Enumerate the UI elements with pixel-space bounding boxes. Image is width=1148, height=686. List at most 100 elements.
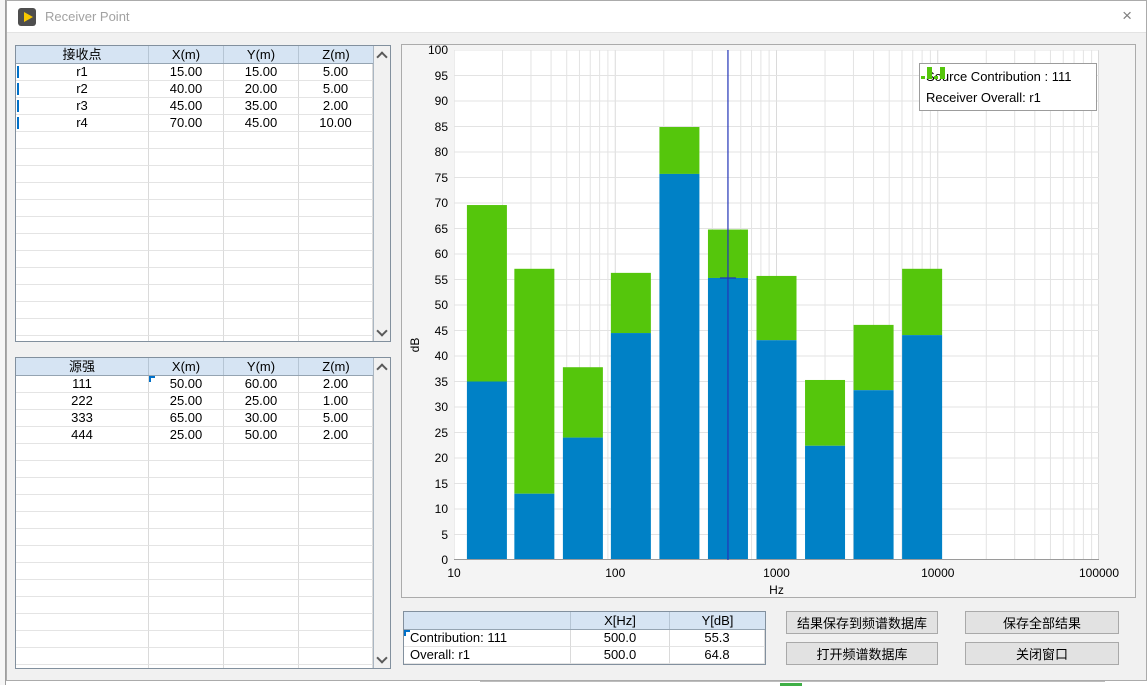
column-header: Y(m): [224, 46, 299, 63]
table-cell[interactable]: 500.0: [571, 647, 670, 664]
table-cell[interactable]: r2: [16, 81, 149, 98]
bar-segment-contribution[interactable]: [805, 446, 845, 560]
close-window-button[interactable]: 关闭窗口: [965, 642, 1119, 665]
table-cell: [16, 478, 149, 495]
bar-segment-contribution[interactable]: [757, 340, 797, 560]
y-tick-label: 45: [412, 324, 448, 338]
table-cell: [224, 546, 299, 563]
legend-item-overall[interactable]: Receiver Overall: r1: [920, 87, 1096, 108]
table-cell: [149, 234, 224, 251]
table-cell[interactable]: 10.00: [299, 115, 373, 132]
table-cell[interactable]: 500.0: [571, 630, 670, 647]
open-spectrum-db-button[interactable]: 打开频谱数据库: [786, 642, 938, 665]
table-cell[interactable]: Contribution: 111: [404, 630, 571, 647]
chart-legend[interactable]: Source Contribution : 111 Receiver Overa…: [919, 63, 1097, 111]
table-cell[interactable]: 40.00: [149, 81, 224, 98]
table-cell[interactable]: 15.00: [224, 64, 299, 81]
table-cell[interactable]: 5.00: [299, 410, 373, 427]
table-cell[interactable]: 1.00: [299, 393, 373, 410]
chart-canvas: [454, 50, 1099, 560]
vertical-scrollbar[interactable]: [373, 358, 390, 668]
table-cell[interactable]: 2.00: [299, 427, 373, 444]
table-cell: [224, 648, 299, 665]
table-cell[interactable]: 55.3: [670, 630, 765, 647]
table-row-empty: [16, 183, 390, 200]
scroll-up-icon[interactable]: [374, 359, 390, 375]
table-cell[interactable]: 65.00: [149, 410, 224, 427]
table-cell[interactable]: 2.00: [299, 98, 373, 115]
cell-focus-mark: [404, 630, 410, 636]
table-cell[interactable]: 60.00: [224, 376, 299, 393]
legend-item-contribution[interactable]: Source Contribution : 111: [920, 66, 1096, 87]
table-cell[interactable]: 15.00: [149, 64, 224, 81]
bar-segment-contribution[interactable]: [514, 494, 554, 560]
bar-segment-overall[interactable]: [902, 269, 942, 335]
labview-app-icon: [18, 8, 36, 26]
table-cell[interactable]: 45.00: [224, 115, 299, 132]
scroll-up-icon[interactable]: [374, 47, 390, 63]
bar-segment-overall[interactable]: [757, 276, 797, 340]
table-cell[interactable]: 333: [16, 410, 149, 427]
table-cell: [149, 495, 224, 512]
bar-segment-overall[interactable]: [805, 380, 845, 446]
table-cell[interactable]: 50.00: [149, 376, 224, 393]
table-cell: [16, 665, 149, 669]
bar-segment-overall[interactable]: [854, 325, 894, 390]
bar-segment-contribution[interactable]: [902, 335, 942, 560]
table-cell[interactable]: 444: [16, 427, 149, 444]
bar-segment-overall[interactable]: [467, 205, 507, 381]
table-cell[interactable]: 50.00: [224, 427, 299, 444]
table-row-empty: [16, 132, 390, 149]
save-to-spectrum-db-button[interactable]: 结果保存到频谱数据库: [786, 611, 938, 634]
table-cell[interactable]: 25.00: [149, 393, 224, 410]
source-table[interactable]: 源强X(m)Y(m)Z(m)11150.0060.002.0022225.002…: [15, 357, 391, 669]
table-cell[interactable]: Overall: r1: [404, 647, 571, 664]
table-cell[interactable]: r4: [16, 115, 149, 132]
bar-segment-overall[interactable]: [514, 269, 554, 494]
bar-segment-overall[interactable]: [611, 273, 651, 333]
table-cell[interactable]: 5.00: [299, 81, 373, 98]
table-cell: [149, 444, 224, 461]
scroll-down-icon[interactable]: [374, 324, 390, 340]
table-cell: [16, 546, 149, 563]
table-cell[interactable]: 35.00: [224, 98, 299, 115]
close-icon[interactable]: ×: [1122, 7, 1132, 25]
table-cell[interactable]: 2.00: [299, 376, 373, 393]
table-cell[interactable]: r3: [16, 98, 149, 115]
table-row: r115.0015.005.00: [16, 64, 390, 81]
table-row-empty: [16, 563, 390, 580]
table-cell[interactable]: 25.00: [224, 393, 299, 410]
table-row-empty: [16, 149, 390, 166]
table-cell[interactable]: 5.00: [299, 64, 373, 81]
receiver-table[interactable]: 接收点X(m)Y(m)Z(m)r115.0015.005.00r240.0020…: [15, 45, 391, 342]
table-cell: [16, 234, 149, 251]
column-header: X(m): [149, 46, 224, 63]
plot-area[interactable]: Source Contribution : 111 Receiver Overa…: [454, 50, 1099, 560]
save-all-results-button[interactable]: 保存全部结果: [965, 611, 1119, 634]
bar-segment-contribution[interactable]: [854, 390, 894, 560]
scroll-down-icon[interactable]: [374, 651, 390, 667]
table-cell: [149, 251, 224, 268]
table-cell[interactable]: r1: [16, 64, 149, 81]
table-cell: [224, 149, 299, 166]
table-cell[interactable]: 222: [16, 393, 149, 410]
table-cell[interactable]: 70.00: [149, 115, 224, 132]
bar-segment-overall[interactable]: [659, 127, 699, 174]
table-cell: [299, 302, 373, 319]
table-cell[interactable]: 20.00: [224, 81, 299, 98]
table-cell[interactable]: 25.00: [149, 427, 224, 444]
bar-segment-contribution[interactable]: [611, 333, 651, 560]
table-cell[interactable]: 64.8: [670, 647, 765, 664]
bar-segment-contribution[interactable]: [659, 174, 699, 560]
table-cell[interactable]: 111: [16, 376, 149, 393]
table-cell[interactable]: 30.00: [224, 410, 299, 427]
cursor-readout-table[interactable]: X[Hz]Y[dB]Contribution: 111500.055.3Over…: [403, 611, 766, 665]
table-cell: [149, 302, 224, 319]
bar-segment-overall[interactable]: [563, 367, 603, 437]
bar-segment-contribution[interactable]: [467, 382, 507, 561]
table-cell[interactable]: 45.00: [149, 98, 224, 115]
table-cell: [299, 529, 373, 546]
table-cell: [224, 302, 299, 319]
bar-segment-contribution[interactable]: [563, 438, 603, 560]
vertical-scrollbar[interactable]: [373, 46, 390, 341]
